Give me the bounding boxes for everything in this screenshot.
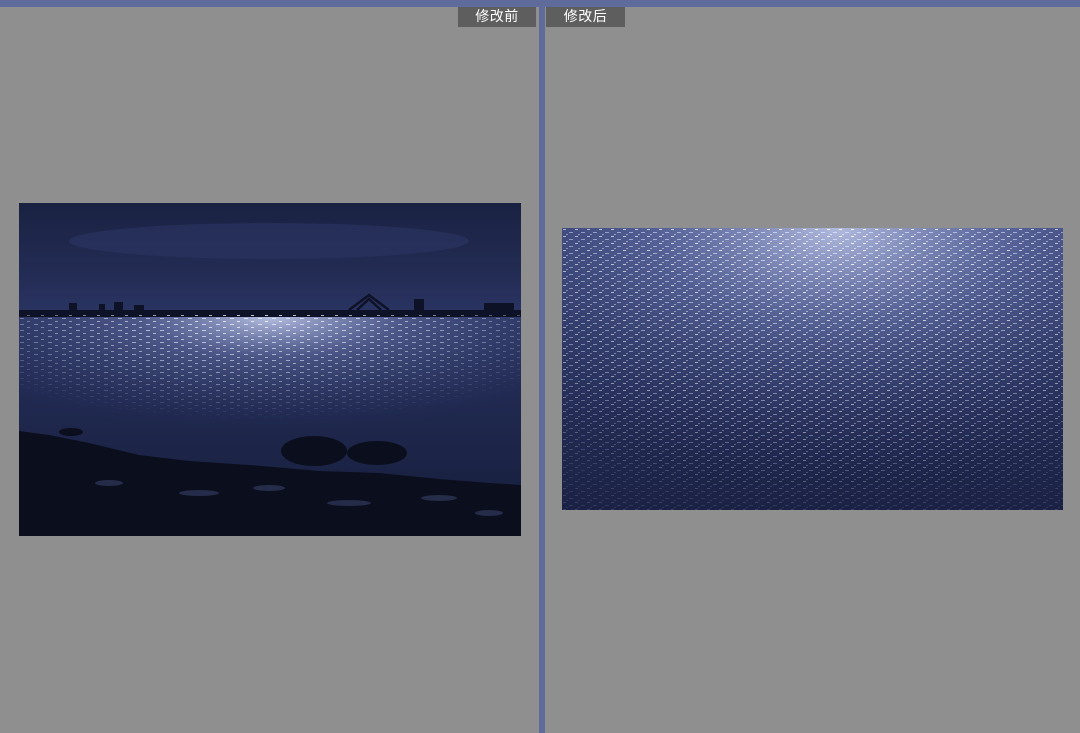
before-photo — [19, 203, 521, 536]
after-label: 修改后 — [546, 7, 625, 27]
before-after-comparison: 修改前 修改后 — [0, 0, 1080, 733]
before-panel: 修改前 — [0, 7, 539, 733]
after-panel: 修改后 — [545, 7, 1080, 733]
before-label: 修改前 — [458, 7, 536, 27]
after-photo — [562, 228, 1063, 510]
